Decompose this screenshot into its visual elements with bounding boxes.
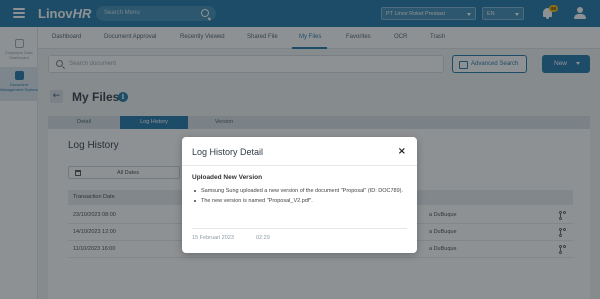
divider [182, 165, 417, 166]
divider [192, 228, 407, 229]
list-item: Samsung Sung uploaded a new version of t… [192, 187, 407, 195]
modal-detail-list: Samsung Sung uploaded a new version of t… [192, 187, 407, 207]
modal-subtitle: Uploaded New Version [192, 174, 263, 181]
log-history-detail-modal: Log History Detail × Uploaded New Versio… [182, 137, 417, 253]
modal-time: 02:29 [256, 235, 270, 241]
modal-title: Log History Detail [192, 147, 264, 157]
list-item: The new version is named "Proposal_V2.pd… [192, 197, 407, 205]
close-icon[interactable]: × [398, 146, 406, 157]
modal-date: 15 Februari 2023 [192, 235, 234, 241]
